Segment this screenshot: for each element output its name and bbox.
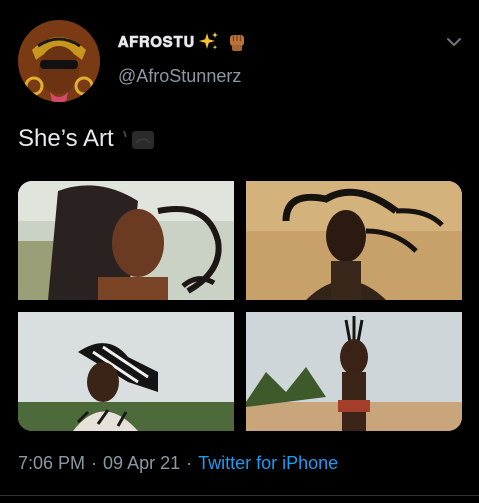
display-name-row[interactable]: 𝐀𝐅𝐑𝐎𝐒𝐓𝐔 xyxy=(118,30,247,54)
tweet-header: 𝐀𝐅𝐑𝐎𝐒𝐓𝐔 @AfroStunnerz xyxy=(18,20,464,102)
tweet-meta: 7:06 PM · 09 Apr 21 · Twitter for iPhone xyxy=(18,453,338,474)
photo-2-image xyxy=(246,181,462,300)
photo-1[interactable] xyxy=(18,181,234,300)
sparkles-icon xyxy=(198,32,218,50)
chevron-down-icon[interactable] xyxy=(444,32,464,52)
photo-3-image xyxy=(18,312,234,431)
photo-1-image xyxy=(18,181,234,300)
avatar[interactable] xyxy=(18,20,100,102)
tweet-time[interactable]: 7:06 PM xyxy=(18,453,85,474)
previous-tweet-ghost-text: ‘ ’ ’ xyxy=(200,0,219,8)
author-handle[interactable]: @AfroStunnerz xyxy=(118,66,247,87)
photo-4[interactable] xyxy=(246,312,462,431)
display-name[interactable]: 𝐀𝐅𝐑𝐎𝐒𝐓𝐔 xyxy=(118,34,195,51)
tweet-source-link[interactable]: Twitter for iPhone xyxy=(198,453,338,474)
meta-separator-2: · xyxy=(186,453,193,473)
photo-4-image xyxy=(246,312,462,431)
previous-tweet-fragment: ‘ ’ ’ xyxy=(0,0,479,8)
author-names: 𝐀𝐅𝐑𝐎𝐒𝐓𝐔 @AfroStunnerz xyxy=(118,30,247,87)
tweet-date[interactable]: 09 Apr 21 xyxy=(103,453,180,474)
media-grid xyxy=(18,181,462,431)
tweet-text: She’s Art xyxy=(18,125,114,152)
avatar-image xyxy=(18,20,100,102)
raised-fist-icon xyxy=(229,35,244,51)
photo-2[interactable] xyxy=(246,181,462,300)
emoji-icon xyxy=(122,130,154,149)
divider xyxy=(0,495,479,496)
tweet-text-row: She’s Art xyxy=(18,125,158,153)
meta-separator-1: · xyxy=(91,453,98,473)
photo-3[interactable] xyxy=(18,312,234,431)
